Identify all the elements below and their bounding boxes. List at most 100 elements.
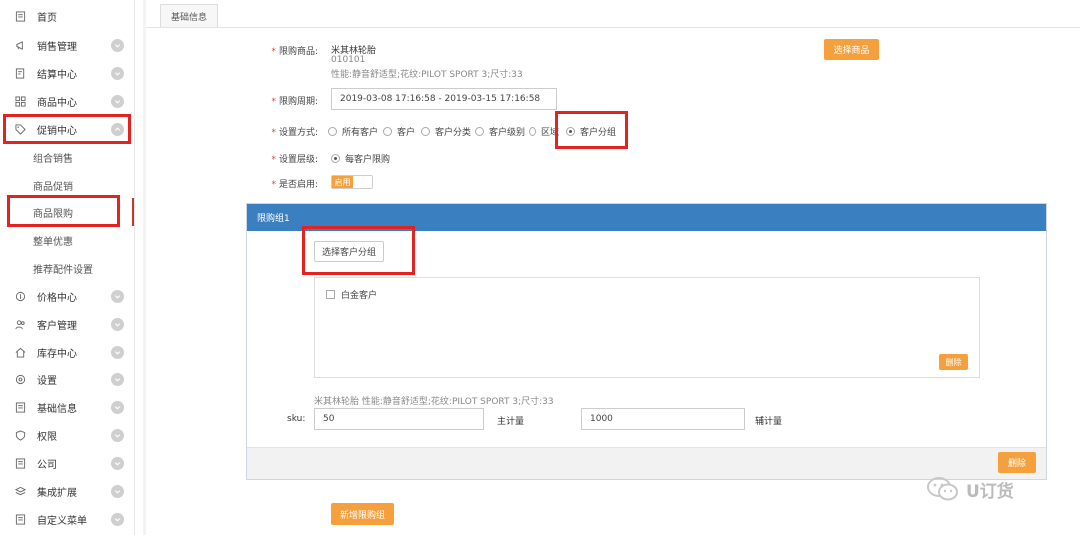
sidebar-item-customers[interactable]: 客户管理 <box>0 310 135 338</box>
tag-icon <box>14 123 26 135</box>
invoice-icon <box>14 67 26 79</box>
sidebar-item-label: 促销中心 <box>37 125 77 137</box>
chevron-down-icon[interactable] <box>111 484 124 498</box>
sidebar-item-label: 首页 <box>37 12 57 24</box>
grid-icon <box>14 95 26 107</box>
shield-icon <box>14 429 26 441</box>
chevron-down-icon[interactable] <box>111 372 124 386</box>
aux-qty-label: 辅计量 <box>755 417 783 427</box>
sidebar-item-permissions[interactable]: 权限 <box>0 421 135 449</box>
sidebar-item-basic-info[interactable]: 基础信息 <box>0 393 135 421</box>
layers-icon <box>14 485 26 497</box>
enable-toggle-label: 启用 <box>332 176 353 188</box>
home-icon <box>14 346 26 358</box>
sidebar-item-label: 商品中心 <box>37 97 77 109</box>
tab-divider <box>146 27 1080 28</box>
add-limit-group-button[interactable]: 新增限购组 <box>331 503 394 525</box>
sidebar-item-label: 自定义菜单 <box>37 515 87 527</box>
sidebar-item-settings[interactable]: 设置 <box>0 365 135 393</box>
chevron-down-icon[interactable] <box>111 66 124 80</box>
sidebar-item-label: 结算中心 <box>37 69 77 81</box>
product-code: 010101 <box>331 55 366 65</box>
chevron-up-icon[interactable] <box>111 122 124 136</box>
sidebar-item-settlement[interactable]: 结算中心 <box>0 59 135 87</box>
tab-basic-info[interactable]: 基础信息 <box>160 4 218 28</box>
period-label: * 限购周期: <box>271 97 318 107</box>
chevron-down-icon[interactable] <box>111 456 124 470</box>
radio-all-customers[interactable]: 所有客户 <box>328 125 378 138</box>
enable-label: * 是否启用: <box>271 180 318 190</box>
doc-icon <box>14 401 26 413</box>
users-icon <box>14 318 26 330</box>
delete-group-item-button[interactable]: 删除 <box>939 354 968 370</box>
sidebar-item-products[interactable]: 商品中心 <box>0 87 135 115</box>
sidebar-item-label: 价格中心 <box>37 292 77 304</box>
sidebar-subitem-product-promo[interactable]: 商品促销 <box>0 171 135 199</box>
sidebar-item-integration[interactable]: 集成扩展 <box>0 477 135 505</box>
radio-customer-category[interactable]: 客户分类 <box>421 125 471 138</box>
radio-customer-level[interactable]: 客户级别 <box>475 125 525 138</box>
chevron-down-icon[interactable] <box>111 317 124 331</box>
main-qty-label: 主计量 <box>497 417 525 427</box>
panel-footer <box>247 447 1046 479</box>
radio-customer-group[interactable]: 客户分组 <box>566 125 616 138</box>
sidebar-item-home[interactable]: 首页 <box>0 2 135 30</box>
doc-icon <box>14 457 26 469</box>
sidebar-subitem-combo-sale[interactable]: 组合销售 <box>0 143 135 171</box>
sidebar-item-label: 销售管理 <box>37 41 77 53</box>
sidebar-subitem-label: 推荐配件设置 <box>33 264 93 276</box>
chevron-down-icon[interactable] <box>111 400 124 414</box>
sidebar-item-label: 集成扩展 <box>37 487 77 499</box>
sidebar-subitem-label: 商品限购 <box>33 208 73 220</box>
chevron-down-icon[interactable] <box>111 345 124 359</box>
sidebar-item-label: 客户管理 <box>37 320 77 332</box>
sidebar-subitem-order-discount[interactable]: 整单优惠 <box>0 226 135 254</box>
sidebar-scrollbar[interactable] <box>143 0 146 535</box>
sidebar-item-company[interactable]: 公司 <box>0 449 135 477</box>
product-summary: 米其林轮胎 性能:静音舒适型;花纹:PILOT SPORT 3;尺寸:33 <box>314 397 554 407</box>
delete-limit-group-button[interactable]: 删除 <box>998 452 1036 473</box>
chevron-down-icon[interactable] <box>111 94 124 108</box>
sidebar-item-label: 库存中心 <box>37 348 77 360</box>
customer-group-list: 白金客户 <box>314 277 980 378</box>
select-customer-group-button[interactable]: 选择客户分组 <box>314 241 384 262</box>
list-item[interactable]: 白金客户 <box>326 288 377 301</box>
watermark-text: U订货 <box>966 481 1014 502</box>
sidebar-item-promotion[interactable]: 促销中心 <box>0 115 135 143</box>
radio-customer[interactable]: 客户 <box>383 125 415 138</box>
main-qty-input[interactable]: 1000 <box>581 408 745 430</box>
chevron-down-icon[interactable] <box>111 38 124 52</box>
radio-per-customer-limit[interactable]: 每客户限购 <box>331 152 390 165</box>
sku-input[interactable]: 50 <box>314 408 484 430</box>
sidebar-subitem-label: 组合销售 <box>33 153 73 165</box>
sidebar-item-sales[interactable]: 销售管理 <box>0 31 135 59</box>
radio-region[interactable]: 区域 <box>529 125 559 138</box>
limit-group-title: 限购组1 <box>247 204 1046 231</box>
chevron-down-icon[interactable] <box>111 512 124 526</box>
sidebar-subitem-accessory-settings[interactable]: 推荐配件设置 <box>0 254 135 282</box>
sidebar-item-label: 基础信息 <box>37 403 77 415</box>
sidebar-subitem-label: 商品促销 <box>33 181 73 193</box>
sku-label: sku: <box>287 414 306 424</box>
chevron-down-icon[interactable] <box>111 428 124 442</box>
enable-toggle[interactable]: 启用 <box>331 175 373 189</box>
price-icon <box>14 290 26 302</box>
sidebar-item-inventory[interactable]: 库存中心 <box>0 338 135 366</box>
sidebar-subitem-purchase-limit[interactable]: 商品限购 <box>0 198 135 226</box>
product-spec: 性能:静音舒适型;花纹:PILOT SPORT 3;尺寸:33 <box>331 70 523 80</box>
megaphone-icon <box>14 39 26 51</box>
sidebar-item-custom-menu[interactable]: 自定义菜单 <box>0 505 135 533</box>
doc-icon <box>14 10 26 22</box>
chevron-down-icon[interactable] <box>111 289 124 303</box>
doc-icon <box>14 513 26 525</box>
select-product-button[interactable]: 选择商品 <box>824 39 879 60</box>
period-date-range-input[interactable]: 2019-03-08 17:16:58 - 2019-03-15 17:16:5… <box>331 88 557 110</box>
sidebar-item-price[interactable]: 价格中心 <box>0 282 135 310</box>
group-checkbox[interactable] <box>326 290 335 299</box>
active-indicator <box>132 198 134 226</box>
product-label: * 限购商品: <box>271 47 318 57</box>
wechat-icon <box>927 477 958 501</box>
sidebar: 首页 销售管理 结算中心 商品中心 促销中心 组合销售 商品促销 商品限购 整单… <box>0 0 135 535</box>
sidebar-subitem-label: 整单优惠 <box>33 236 73 248</box>
method-label: * 设置方式: <box>271 128 318 138</box>
